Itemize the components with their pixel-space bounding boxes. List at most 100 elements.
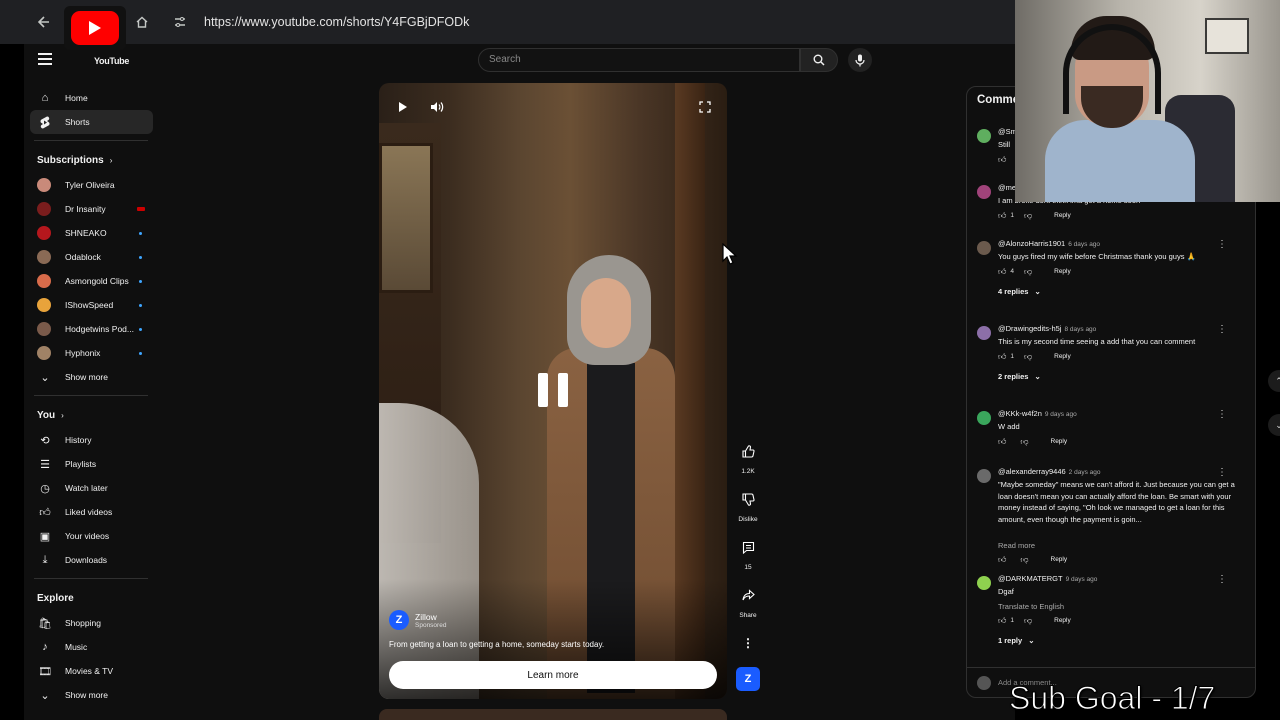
thumbs-up-icon[interactable]: 👍︎ — [998, 211, 1006, 221]
thumbs-up-icon[interactable]: 👍︎ — [998, 155, 1006, 165]
subscriptions-header[interactable]: Subscriptions › — [24, 147, 158, 173]
comment-author[interactable]: @DARKMATERGT — [998, 574, 1063, 583]
play-button[interactable] — [391, 95, 415, 119]
volume-button[interactable] — [425, 95, 449, 119]
comment-more-icon[interactable]: ⋮ — [1217, 409, 1227, 420]
sidebar-subscription-item[interactable]: Hodgetwins Pod... — [24, 317, 158, 341]
reply-button[interactable]: Reply — [1054, 212, 1071, 219]
menu-icon[interactable] — [38, 53, 52, 65]
thumbs-down-icon[interactable]: 👎︎ — [1024, 211, 1032, 221]
comment-icon — [742, 541, 754, 554]
sidebar-subscription-item[interactable]: IShowSpeed — [24, 293, 158, 317]
sidebar-item-your-videos[interactable]: ▣ Your videos — [24, 524, 158, 548]
site-settings-button[interactable] — [164, 6, 196, 38]
sidebar-item-liked-videos[interactable]: 👍︎ Liked videos — [24, 500, 158, 524]
sidebar-subscription-item[interactable]: Hyphonix — [24, 341, 158, 365]
avatar[interactable] — [977, 185, 991, 199]
avatar[interactable] — [977, 241, 991, 255]
comment-author[interactable]: @Drawingedits-h5j — [998, 324, 1061, 333]
dislike-button[interactable] — [735, 486, 761, 512]
sidebar-item-shorts[interactable]: Shorts — [30, 110, 153, 134]
sidebar-item-label: Shopping — [65, 618, 101, 628]
reply-button[interactable]: Reply — [1054, 268, 1071, 275]
comment-author[interactable]: @me — [998, 183, 1016, 192]
sidebar-item-downloads[interactable]: ⤓ Downloads — [24, 548, 158, 572]
comments-button[interactable] — [735, 534, 761, 560]
home-button[interactable] — [126, 6, 158, 38]
expand-icon — [699, 101, 711, 113]
comment-time[interactable]: 9 days ago — [1066, 576, 1098, 583]
sidebar-subscription-item[interactable]: Asmongold Clips — [24, 269, 158, 293]
avatar[interactable] — [977, 129, 991, 143]
youtube-logo-text[interactable]: YouTube — [94, 56, 129, 66]
next-short-preview[interactable] — [379, 709, 727, 720]
search-input[interactable]: Search — [478, 48, 800, 72]
sidebar-item-shopping[interactable]: 🛍︎ Shopping — [24, 611, 158, 635]
sidebar-item-music[interactable]: ♪ Music — [24, 635, 158, 659]
comment-more-icon[interactable]: ⋮ — [1217, 574, 1227, 585]
comment-more-icon[interactable]: ⋮ — [1217, 324, 1227, 335]
thumbs-down-icon[interactable]: 👎︎ — [1024, 352, 1032, 362]
thumbs-up-icon[interactable]: 👍︎ — [998, 555, 1006, 565]
comment-author[interactable]: @KKk-w4f2n — [998, 409, 1042, 418]
read-more-link[interactable]: Read more — [998, 541, 1035, 550]
reply-button[interactable]: Reply — [1054, 353, 1071, 360]
comment-time[interactable]: 2 days ago — [1069, 469, 1101, 476]
url-field[interactable]: https://www.youtube.com/shorts/Y4FGBjDFO… — [204, 15, 469, 29]
avatar[interactable] — [977, 411, 991, 425]
thumbs-up-icon[interactable]: 👍︎ — [998, 352, 1006, 362]
view-replies-button[interactable]: 1 reply ⌄ — [998, 636, 1035, 645]
view-replies-button[interactable]: 2 replies ⌄ — [998, 372, 1041, 381]
comment-time[interactable]: 6 days ago — [1068, 241, 1100, 248]
avatar[interactable] — [977, 576, 991, 590]
avatar[interactable] — [977, 326, 991, 340]
thumbs-up-icon[interactable]: 👍︎ — [998, 437, 1006, 447]
comment-more-icon[interactable]: ⋮ — [1217, 467, 1227, 478]
sidebar-subscription-item[interactable]: Dr Insanity — [24, 197, 158, 221]
zillow-channel-icon[interactable]: Z — [736, 667, 760, 691]
reply-button[interactable]: Reply — [1054, 617, 1071, 624]
reply-button[interactable]: Reply — [1051, 556, 1068, 563]
view-replies-button[interactable]: 4 replies ⌄ — [998, 287, 1041, 296]
thumbs-up-icon[interactable]: 👍︎ — [998, 267, 1006, 277]
thumbs-down-icon[interactable]: 👎︎ — [1020, 437, 1028, 447]
sidebar-item-home[interactable]: ⌂ Home — [24, 86, 158, 110]
channel-avatar — [37, 346, 51, 360]
thumbs-down-icon[interactable]: 👎︎ — [1024, 616, 1032, 626]
share-button[interactable] — [735, 582, 761, 608]
comment-header: @AlonzoHarris1901 6 days ago — [998, 239, 1100, 248]
explore-show-more[interactable]: ⌄ Show more — [24, 683, 158, 707]
learn-more-button[interactable]: Learn more — [389, 661, 717, 689]
sidebar-subscription-item[interactable]: Tyler Oliveira — [24, 173, 158, 197]
sidebar-item-playlists[interactable]: ☰ Playlists — [24, 452, 158, 476]
like-button[interactable] — [735, 438, 761, 464]
search-button[interactable] — [800, 48, 838, 72]
thumbs-down-icon[interactable]: 👎︎ — [1020, 555, 1028, 565]
sidebar-item-history[interactable]: ⟲ History — [24, 428, 158, 452]
subs-show-more[interactable]: ⌄ Show more — [24, 365, 158, 389]
sidebar-subscription-item[interactable]: SHNEAKO — [24, 221, 158, 245]
you-header[interactable]: You › — [24, 402, 158, 428]
advertiser-name[interactable]: Zillow — [415, 612, 446, 622]
sidebar-item-movies[interactable]: 🎞︎ Movies & TV — [24, 659, 158, 683]
avatar[interactable] — [977, 469, 991, 483]
thumbs-down-icon[interactable]: 👎︎ — [1024, 267, 1032, 277]
comment-author[interactable]: @AlonzoHarris1901 — [998, 239, 1065, 248]
reply-button[interactable]: Reply — [1051, 438, 1068, 445]
translate-link[interactable]: Translate to English — [998, 602, 1064, 611]
pause-icon[interactable] — [538, 373, 568, 407]
thumbs-up-icon[interactable]: 👍︎ — [998, 616, 1006, 626]
voice-search-button[interactable] — [848, 48, 872, 72]
more-options-button[interactable]: ⋮ — [735, 630, 761, 656]
back-button[interactable] — [28, 6, 60, 38]
comment-time[interactable]: 8 days ago — [1064, 326, 1096, 333]
comment-author[interactable]: @alexanderray9446 — [998, 467, 1066, 476]
back-arrow-icon — [37, 16, 49, 28]
shorts-video-player[interactable]: Z Zillow Sponsored From getting a loan t… — [379, 83, 727, 699]
comment-time[interactable]: 9 days ago — [1045, 411, 1077, 418]
sidebar-item-watch-later[interactable]: ◷ Watch later — [24, 476, 158, 500]
sidebar-subscription-item[interactable]: Odablock — [24, 245, 158, 269]
ad-info[interactable]: Z Zillow Sponsored — [389, 610, 446, 630]
comment-more-icon[interactable]: ⋮ — [1217, 239, 1227, 250]
fullscreen-button[interactable] — [693, 95, 717, 119]
